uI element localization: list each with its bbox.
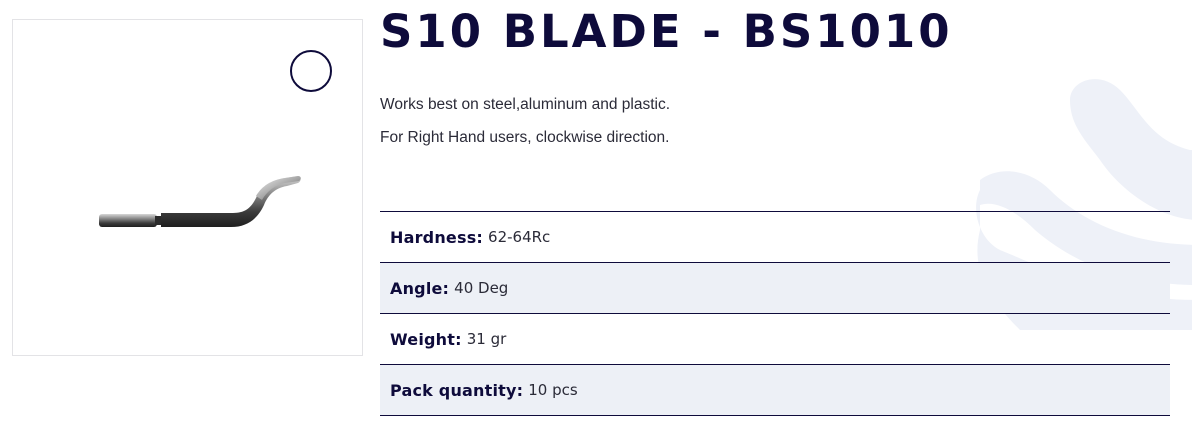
specs-table: Hardness: 62-64Rc Angle: 40 Deg Weight: … xyxy=(380,211,1170,416)
spec-label: Angle: xyxy=(390,278,450,298)
spec-row-weight: Weight: 31 gr xyxy=(380,314,1170,365)
spec-row-hardness: Hardness: 62-64Rc xyxy=(380,212,1170,263)
product-description-line: For Right Hand users, clockwise directio… xyxy=(380,129,670,146)
spec-label: Weight: xyxy=(390,329,462,349)
spec-value: 10 pcs xyxy=(528,381,578,399)
spec-row-pack-quantity: Pack quantity: 10 pcs xyxy=(380,365,1170,416)
product-title: S10 BLADE - BS1010 xyxy=(380,5,953,58)
spec-label: Pack quantity: xyxy=(390,380,524,400)
deburring-blade-image xyxy=(99,176,301,227)
spec-row-angle: Angle: 40 Deg xyxy=(380,263,1170,314)
zoom-circle-icon[interactable] xyxy=(290,50,332,92)
spec-value: 62-64Rc xyxy=(488,228,551,246)
spec-label: Hardness: xyxy=(390,227,484,247)
product-image-frame[interactable] xyxy=(12,19,363,356)
spec-value: 40 Deg xyxy=(454,279,509,297)
product-description-line: Works best on steel,aluminum and plastic… xyxy=(380,96,671,113)
spec-value: 31 gr xyxy=(466,330,507,348)
